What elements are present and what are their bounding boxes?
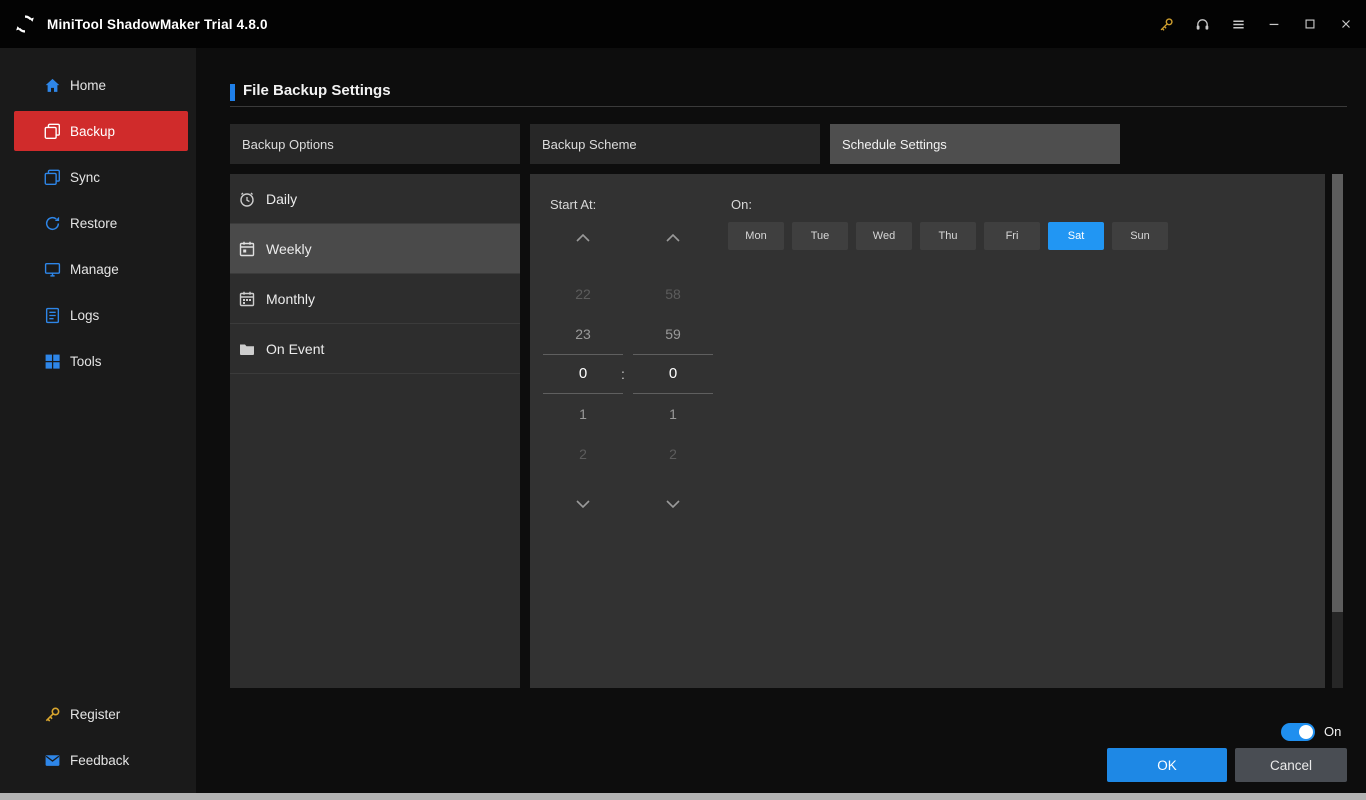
toggle-state-label: On [1324,724,1342,739]
minute-up-button[interactable] [633,228,713,248]
hour-value[interactable]: 1 [543,394,623,434]
sidebar-item-label: Backup [70,123,116,139]
hour-value[interactable]: 22 [543,274,623,314]
backup-icon [44,123,61,140]
sidebar-item-restore[interactable]: Restore [14,203,188,243]
cancel-button[interactable]: Cancel [1235,748,1347,782]
folder-icon [238,340,256,358]
sidebar-item-register[interactable]: Register [14,694,188,734]
page-title-accent [230,84,235,101]
sidebar-item-label: Feedback [70,752,130,768]
minute-value[interactable]: 1 [633,394,713,434]
sidebar-item-label: Register [70,706,121,722]
sidebar-item-label: Manage [70,261,119,277]
titlebar: MiniTool ShadowMaker Trial 4.8.0 [0,0,1366,48]
maximize-button[interactable] [1292,0,1328,48]
tab-schedule-settings[interactable]: Schedule Settings [830,124,1120,164]
license-key-icon[interactable] [1148,0,1184,48]
tab-label: Schedule Settings [842,136,947,152]
minute-value[interactable]: 2 [633,434,713,474]
tab-label: Backup Scheme [542,136,637,152]
mode-item-daily[interactable]: Daily [230,174,520,224]
tab-label: Backup Options [242,136,334,152]
minimize-button[interactable] [1256,0,1292,48]
mode-label: Weekly [266,240,312,257]
sidebar-item-label: Home [70,77,107,93]
mode-label: On Event [266,340,325,357]
day-button-thu[interactable]: Thu [920,222,976,250]
day-button-tue[interactable]: Tue [792,222,848,250]
start-at-label: Start At: [550,197,597,212]
weekly-schedule-panel: Start At: 22 23 0 1 2 : 58 59 0 1 2 On: … [530,174,1325,688]
minute-value[interactable]: 59 [633,314,713,354]
close-button[interactable] [1328,0,1364,48]
hour-down-button[interactable] [543,494,623,514]
toggle-knob [1299,725,1313,739]
sidebar-item-manage[interactable]: Manage [14,249,188,289]
sidebar-item-label: Restore [70,215,118,231]
tools-icon [44,353,61,370]
sidebar-item-label: Sync [70,169,101,185]
restore-icon [44,215,61,232]
hour-up-button[interactable] [543,228,623,248]
vertical-scrollbar-track[interactable] [1332,174,1343,688]
mode-item-monthly[interactable]: Monthly [230,274,520,324]
window-bottom-edge [0,793,1366,800]
titlebar-actions [1148,0,1364,48]
sidebar-item-tools[interactable]: Tools [14,341,188,381]
tab-backup-options[interactable]: Backup Options [230,124,520,164]
hour-value-selected[interactable]: 0 [543,354,623,394]
day-button-sat[interactable]: Sat [1048,222,1104,250]
mode-label: Daily [266,190,298,207]
sidebar-item-home[interactable]: Home [14,65,188,105]
app-window: MiniTool ShadowMaker Trial 4.8.0 Home Ba… [0,0,1366,800]
header-divider [230,106,1347,107]
sidebar-item-label: Logs [70,307,100,323]
hour-value[interactable]: 23 [543,314,623,354]
menu-icon[interactable] [1220,0,1256,48]
hour-value[interactable]: 2 [543,434,623,474]
time-separator: : [621,366,625,382]
day-button-wed[interactable]: Wed [856,222,912,250]
sidebar-item-feedback[interactable]: Feedback [14,740,188,780]
monthly-calendar-icon [238,290,256,308]
on-days-label: On: [731,197,752,212]
hour-spinner: 22 23 0 1 2 [543,228,623,514]
sidebar-item-sync[interactable]: Sync [14,157,188,197]
mail-icon [44,752,61,769]
weekly-calendar-icon [238,240,256,258]
mode-item-on-event[interactable]: On Event [230,324,520,374]
alarm-clock-icon [238,190,256,208]
window-title: MiniTool ShadowMaker Trial 4.8.0 [47,16,268,32]
schedule-mode-list: Daily Weekly Monthly On Event [230,174,520,688]
minute-value[interactable]: 58 [633,274,713,314]
support-headset-icon[interactable] [1184,0,1220,48]
mode-label: Monthly [266,290,316,307]
day-button-sun[interactable]: Sun [1112,222,1168,250]
minute-value-selected[interactable]: 0 [633,354,713,394]
schedule-toggle[interactable] [1281,723,1315,741]
day-button-fri[interactable]: Fri [984,222,1040,250]
tab-backup-scheme[interactable]: Backup Scheme [530,124,820,164]
day-button-mon[interactable]: Mon [728,222,784,250]
sidebar-item-logs[interactable]: Logs [14,295,188,335]
day-selector: Mon Tue Wed Thu Fri Sat Sun [728,222,1168,250]
minute-down-button[interactable] [633,494,713,514]
home-icon [44,77,61,94]
page-title: File Backup Settings [243,82,391,99]
sidebar-item-label: Tools [70,353,102,369]
manage-icon [44,261,61,278]
sidebar: Home Backup Sync Restore Manage Logs Too… [0,48,202,800]
ok-button[interactable]: OK [1107,748,1227,782]
minute-spinner: 58 59 0 1 2 [633,228,713,514]
logs-icon [44,307,61,324]
vertical-scrollbar-thumb[interactable] [1332,174,1343,612]
sidebar-item-backup[interactable]: Backup [14,111,188,151]
key-icon [44,706,61,723]
sync-icon [44,169,61,186]
app-logo-icon [13,12,37,36]
mode-item-weekly[interactable]: Weekly [230,224,520,274]
